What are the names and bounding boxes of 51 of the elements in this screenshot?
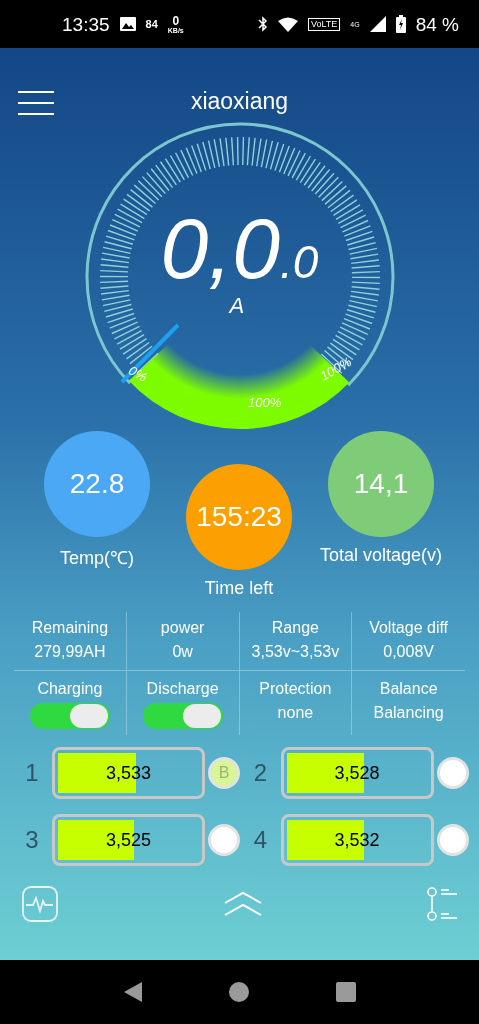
indicator-label: Total voltage(v) xyxy=(319,544,443,566)
stat-value: 3,53v~3,53v xyxy=(251,641,340,662)
home-icon[interactable] xyxy=(229,982,250,1002)
cell-number: 4 xyxy=(252,825,269,854)
stat-value: 279,99AH xyxy=(34,641,106,662)
indicator-circle: 22.8 xyxy=(44,430,150,537)
stat-label: power xyxy=(160,617,205,638)
toggle-switch[interactable] xyxy=(29,702,110,729)
menu-icon[interactable] xyxy=(18,90,54,116)
cell-number: 3 xyxy=(24,825,40,854)
double-chevron-up-icon[interactable] xyxy=(223,890,262,917)
current-value: 0,0 xyxy=(160,204,281,291)
back-icon[interactable] xyxy=(123,981,144,1003)
clock: 13:35 xyxy=(62,14,110,34)
notification-count: 84 xyxy=(145,18,158,30)
volte-label: VoLTE xyxy=(308,17,341,31)
app-title: xiaoxiang xyxy=(190,87,289,115)
recents-icon[interactable] xyxy=(335,982,356,1002)
stat-label: Voltage diff xyxy=(369,617,449,638)
indicator-circle: 14,1 xyxy=(328,430,434,537)
gauge-needle xyxy=(120,323,179,383)
speed-value: 0 xyxy=(172,14,180,27)
stat-label: Remaining xyxy=(31,617,109,638)
current-decimal: .0 xyxy=(280,238,319,285)
toggle-switch[interactable] xyxy=(142,702,223,729)
cell-number: 2 xyxy=(252,758,269,787)
gauge-label: 100% xyxy=(247,394,281,410)
image-icon xyxy=(119,17,136,31)
control-value: none xyxy=(277,702,314,723)
indicator-circle: 155:23 xyxy=(186,463,292,570)
control-label: Charging xyxy=(37,678,103,699)
control-label: Discharge xyxy=(146,678,219,699)
stat-value: 0,008V xyxy=(383,641,434,662)
timeline-icon[interactable] xyxy=(427,885,459,922)
gauge-label: 0% xyxy=(125,362,150,385)
balance-indicator: B xyxy=(208,756,240,789)
stat-value: 0w xyxy=(172,641,193,662)
control-label: Protection xyxy=(259,678,332,699)
control-label: Balance xyxy=(379,678,438,699)
indicator-label: Temp(℃) xyxy=(60,546,134,569)
current-unit: A xyxy=(229,292,245,319)
signal-icon xyxy=(369,16,386,32)
bluetooth-icon xyxy=(258,16,268,32)
battery-percent: 84 % xyxy=(415,14,459,34)
wifi-icon xyxy=(278,16,298,32)
indicator-label: Time left xyxy=(204,577,274,599)
cell-number: 1 xyxy=(24,758,40,787)
battery-icon xyxy=(395,15,406,33)
stat-label: Range xyxy=(271,617,319,638)
waveform-icon[interactable] xyxy=(22,885,58,922)
control-value: Balancing xyxy=(373,702,444,723)
